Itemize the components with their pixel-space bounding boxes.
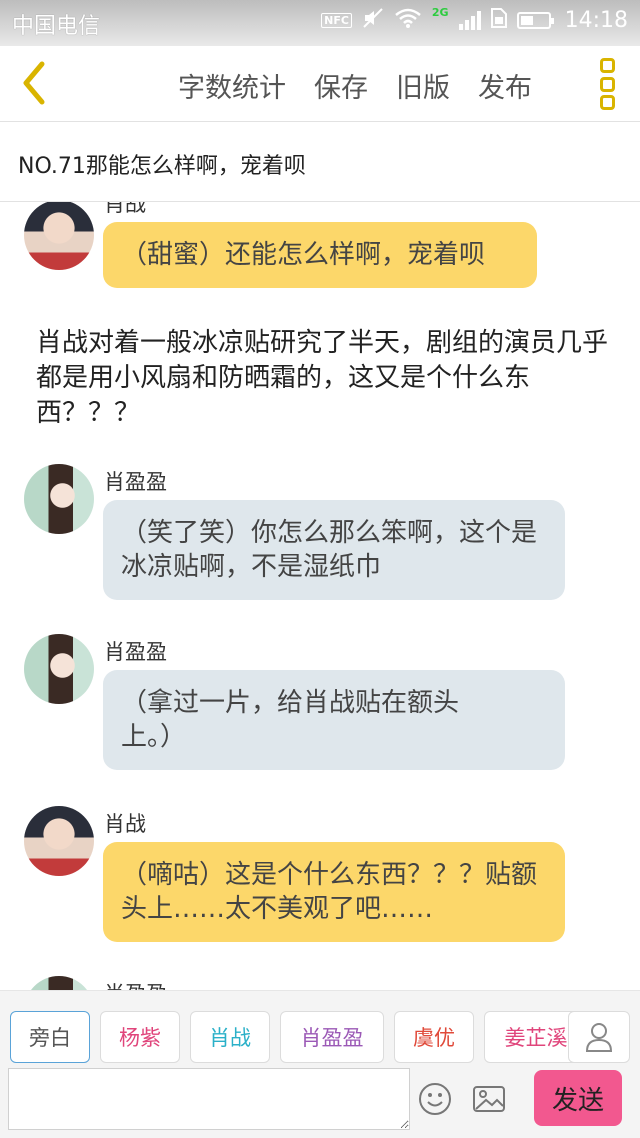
sim-icon xyxy=(490,8,507,32)
back-button[interactable] xyxy=(14,58,54,108)
speaker-name: 肖盈盈 xyxy=(104,978,167,990)
status-bar: 中国电信 NFC 2G 14:18 xyxy=(0,0,640,46)
message-bubble[interactable]: （笑了笑）你怎么那么笨啊，这个是冰凉贴啊，不是湿纸巾 xyxy=(103,500,565,600)
network-type-label: 2G xyxy=(431,5,449,19)
message-bubble[interactable]: （嘀咕）这是个什么东西？？？贴额头上……太不美观了吧…… xyxy=(103,842,565,942)
save-button[interactable]: 保存 xyxy=(314,66,368,105)
person-icon[interactable] xyxy=(568,1011,630,1063)
chapter-title[interactable]: NO.71那能怎么样啊，宠着呗 xyxy=(18,148,306,180)
nfc-icon: NFC xyxy=(321,12,352,28)
status-time: 14:18 xyxy=(564,7,628,33)
speaker-name: 肖盈盈 xyxy=(104,640,167,664)
word-count-button[interactable]: 字数统计 xyxy=(178,66,286,105)
avatar[interactable] xyxy=(24,202,94,270)
signal-icon xyxy=(458,10,481,30)
chapter-header: NO.71那能怎么样啊，宠着呗 xyxy=(0,122,640,202)
role-yangzi[interactable]: 杨紫 xyxy=(100,1011,180,1063)
chevron-left-icon xyxy=(23,61,45,105)
avatar[interactable] xyxy=(24,806,94,876)
speaker-name: 肖战 xyxy=(104,812,146,836)
chat-area[interactable]: 肖战 （甜蜜）还能怎么样啊，宠着呗 肖战对着一般冰凉贴研究了半天，剧组的演员几乎… xyxy=(0,202,640,990)
image-icon[interactable] xyxy=(472,1082,506,1116)
message-bubble[interactable]: （拿过一片，给肖战贴在额头上。） xyxy=(103,670,565,770)
avatar[interactable] xyxy=(24,634,94,704)
carrier-name: 中国电信 xyxy=(12,14,101,39)
avatar[interactable] xyxy=(24,976,94,990)
send-button[interactable]: 发送 xyxy=(534,1070,622,1126)
wifi-icon xyxy=(394,7,422,33)
mute-icon xyxy=(362,7,384,33)
message-input[interactable] xyxy=(8,1068,410,1130)
message-bubble[interactable]: （甜蜜）还能怎么样啊，宠着呗 xyxy=(103,222,537,288)
input-bar: 发送 xyxy=(0,1064,640,1138)
role-xiaoyingying[interactable]: 肖盈盈 xyxy=(280,1011,384,1063)
role-yuyou[interactable]: 虞优 xyxy=(394,1011,474,1063)
role-selector-bar: 旁白 杨紫 肖战 肖盈盈 虞优 姜芷溪 xyxy=(0,990,640,1064)
avatar[interactable] xyxy=(24,464,94,534)
editor-toolbar: 字数统计 保存 旧版 发布 xyxy=(0,46,640,122)
old-version-button[interactable]: 旧版 xyxy=(396,66,450,105)
status-icons: NFC 2G 14:18 xyxy=(321,5,628,33)
speaker-name: 肖战 xyxy=(104,202,146,216)
battery-icon xyxy=(516,11,554,29)
role-xiaozhan[interactable]: 肖战 xyxy=(190,1011,270,1063)
speaker-name: 肖盈盈 xyxy=(104,470,167,494)
more-vertical-icon[interactable] xyxy=(600,58,616,110)
smiley-icon[interactable] xyxy=(418,1082,452,1116)
role-narration[interactable]: 旁白 xyxy=(10,1011,90,1063)
publish-button[interactable]: 发布 xyxy=(478,66,532,105)
narration-text[interactable]: 肖战对着一般冰凉贴研究了半天，剧组的演员几乎都是用小风扇和防晒霜的，这又是个什么… xyxy=(36,326,616,431)
